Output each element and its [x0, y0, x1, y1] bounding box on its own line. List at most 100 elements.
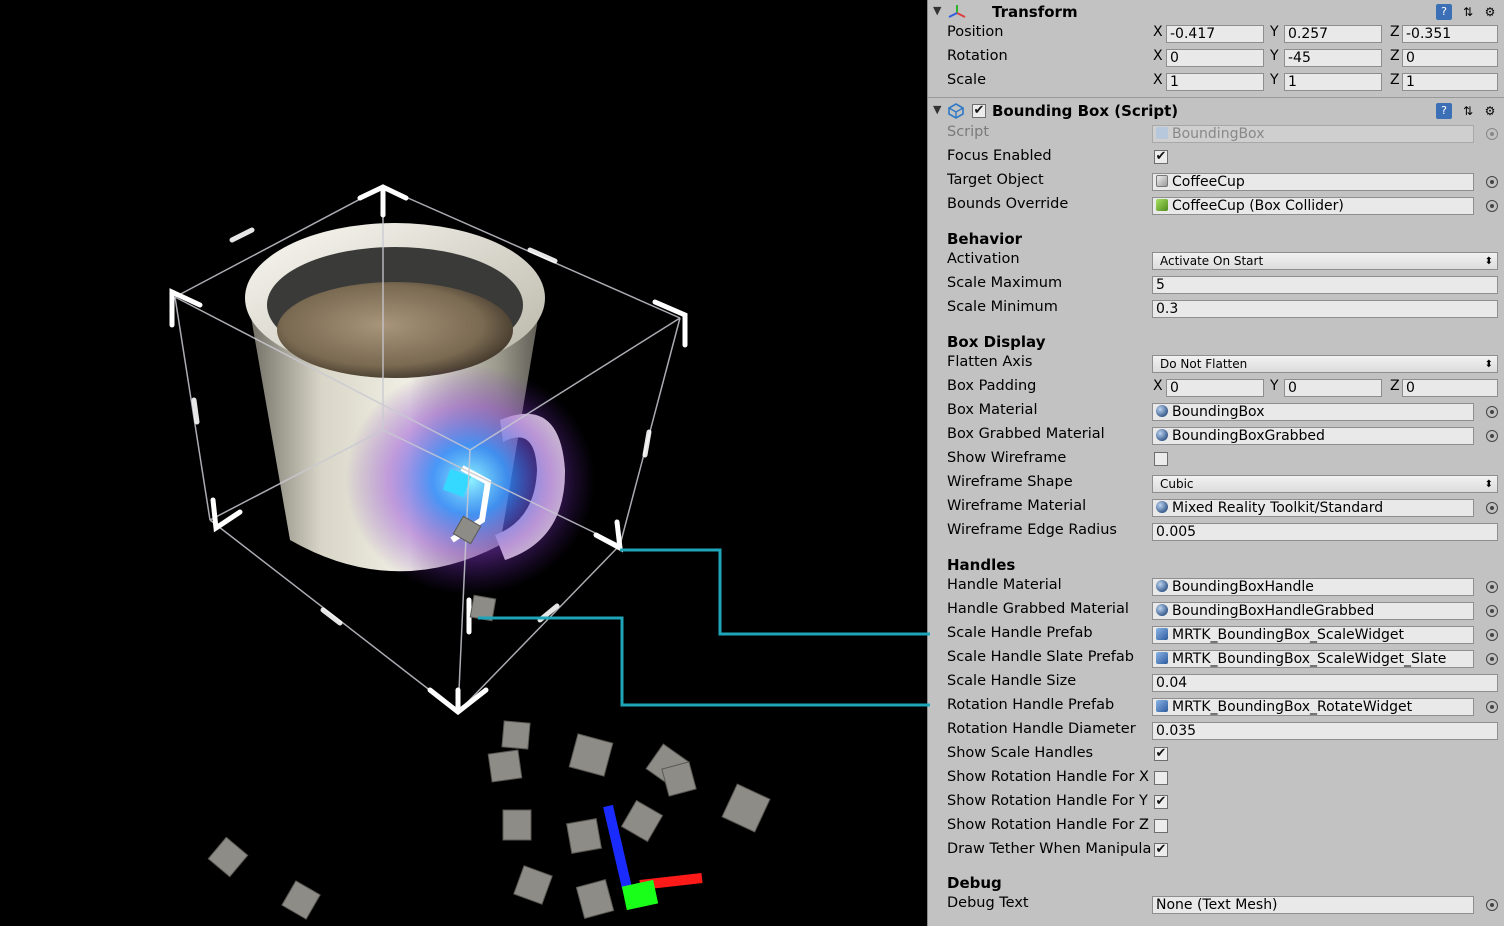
axis-y-label: Y	[1270, 48, 1279, 64]
handle-grabbed-material-field[interactable]: BoundingBoxHandleGrabbed	[1152, 602, 1474, 620]
debug-text-field[interactable]: None (Text Mesh)	[1152, 896, 1474, 914]
handle-material-value: BoundingBoxHandle	[1172, 579, 1314, 595]
object-picker-icon[interactable]	[1486, 899, 1498, 911]
bounding-box-title: Bounding Box (Script)	[992, 102, 1179, 120]
flatten-axis-label: Flatten Axis	[947, 354, 1033, 370]
axis-y-label: Y	[1270, 24, 1279, 40]
preset-icon[interactable]: ⇅	[1460, 4, 1476, 20]
wireframe-edge-radius-field[interactable]: 0.005	[1152, 523, 1498, 541]
rotation-handle-prefab-label: Rotation Handle Prefab	[947, 697, 1115, 713]
box-grabbed-material-field[interactable]: BoundingBoxGrabbed	[1152, 427, 1474, 445]
object-picker-icon[interactable]	[1486, 502, 1498, 514]
gear-icon[interactable]: ⚙	[1482, 103, 1498, 119]
draw-tether-checkbox[interactable]: ✔	[1154, 843, 1168, 857]
object-picker-icon[interactable]	[1486, 653, 1498, 665]
object-picker-icon[interactable]	[1486, 581, 1498, 593]
position-z-field[interactable]: -0.351	[1402, 25, 1498, 43]
divider	[928, 97, 1504, 98]
show-wireframe-row: Show Wireframe	[928, 448, 1504, 472]
position-y-field[interactable]: 0.257	[1284, 25, 1382, 43]
rotation-z-field[interactable]: 0	[1402, 49, 1498, 67]
flatten-axis-row: Flatten Axis Do Not Flatten ⬍	[928, 352, 1504, 376]
scale-handle-size-row: Scale Handle Size 0.04	[928, 671, 1504, 695]
component-enabled-checkbox[interactable]: ✔	[972, 104, 986, 118]
position-x-field[interactable]: -0.417	[1166, 25, 1264, 43]
wireframe-edge-radius-row: Wireframe Edge Radius 0.005	[928, 520, 1504, 544]
transform-header[interactable]: ▼ Transform ? ⇅ ⚙	[928, 0, 1504, 24]
bounding-box-header[interactable]: ▼ ✔ Bounding Box (Script) ? ⇅ ⚙	[928, 99, 1504, 123]
object-picker-icon[interactable]	[1486, 430, 1498, 442]
rotation-label: Rotation	[947, 48, 1008, 64]
preset-icon[interactable]: ⇅	[1460, 103, 1476, 119]
rotation-handle-prefab-field[interactable]: MRTK_BoundingBox_RotateWidget	[1152, 698, 1474, 716]
wireframe-material-row: Wireframe Material Mixed Reality Toolkit…	[928, 496, 1504, 520]
object-picker-icon[interactable]	[1486, 629, 1498, 641]
scale-label: Scale	[947, 72, 987, 88]
gear-icon[interactable]: ⚙	[1482, 4, 1498, 20]
wireframe-material-field[interactable]: Mixed Reality Toolkit/Standard	[1152, 499, 1474, 517]
axis-x-label: X	[1153, 24, 1163, 40]
show-wireframe-checkbox[interactable]	[1154, 452, 1168, 466]
scale-minimum-row: Scale Minimum 0.3	[928, 297, 1504, 321]
object-picker-icon[interactable]	[1486, 701, 1498, 713]
box-padding-z-field[interactable]: 0	[1402, 379, 1498, 397]
rotation-handle-prefab-row: Rotation Handle Prefab MRTK_BoundingBox_…	[928, 695, 1504, 719]
rotation-y-field[interactable]: -45	[1284, 49, 1382, 67]
box-material-value: BoundingBox	[1172, 404, 1265, 420]
object-picker-icon[interactable]	[1486, 605, 1498, 617]
handle-material-field[interactable]: BoundingBoxHandle	[1152, 578, 1474, 596]
flatten-axis-value: Do Not Flatten	[1160, 357, 1248, 371]
flatten-axis-dropdown[interactable]: Do Not Flatten ⬍	[1152, 355, 1498, 373]
wireframe-material-value: Mixed Reality Toolkit/Standard	[1172, 500, 1384, 516]
rotation-handle-diameter-field[interactable]: 0.035	[1152, 722, 1498, 740]
help-icon[interactable]: ?	[1436, 103, 1452, 119]
wireframe-shape-row: Wireframe Shape Cubic ⬍	[928, 472, 1504, 496]
object-picker-icon[interactable]	[1486, 406, 1498, 418]
show-rotation-x-checkbox[interactable]	[1154, 771, 1168, 785]
axis-y-label: Y	[1270, 72, 1279, 88]
scale-handle-slate-prefab-row: Scale Handle Slate Prefab MRTK_BoundingB…	[928, 647, 1504, 671]
scale-handle-prefab-value: MRTK_BoundingBox_ScaleWidget	[1172, 627, 1404, 643]
scale-handle-size-field[interactable]: 0.04	[1152, 674, 1498, 692]
rotation-handle-diameter-label: Rotation Handle Diameter	[947, 721, 1136, 737]
wireframe-shape-dropdown[interactable]: Cubic ⬍	[1152, 475, 1498, 493]
inspector-panel: ▼ Transform ? ⇅ ⚙ Position X -0.417 Y 0.…	[927, 0, 1504, 926]
scale-z-field[interactable]: 1	[1402, 73, 1498, 91]
target-object-field[interactable]: CoffeeCup	[1152, 173, 1474, 191]
activation-dropdown[interactable]: Activate On Start ⬍	[1152, 252, 1498, 270]
box-material-field[interactable]: BoundingBox	[1152, 403, 1474, 421]
script-label: Script	[947, 124, 990, 140]
show-rotation-y-checkbox[interactable]: ✔	[1154, 795, 1168, 809]
scale-minimum-field[interactable]: 0.3	[1152, 300, 1498, 318]
bounds-override-field[interactable]: CoffeeCup (Box Collider)	[1152, 197, 1474, 215]
object-picker-icon[interactable]	[1486, 176, 1498, 188]
box-collider-icon	[1156, 199, 1168, 211]
help-icon[interactable]: ?	[1436, 4, 1452, 20]
scale-handle-prefab-field[interactable]: MRTK_BoundingBox_ScaleWidget	[1152, 626, 1474, 644]
rotation-x-field[interactable]: 0	[1166, 49, 1264, 67]
scale-x-field[interactable]: 1	[1166, 73, 1264, 91]
show-rotation-z-row: Show Rotation Handle For Z	[928, 815, 1504, 839]
show-scale-handles-checkbox[interactable]: ✔	[1154, 747, 1168, 761]
object-picker-icon[interactable]	[1486, 200, 1498, 212]
scale-handle-slate-prefab-label: Scale Handle Slate Prefab	[947, 649, 1134, 665]
foldout-arrow-icon[interactable]: ▼	[933, 4, 941, 17]
scale-handle-size-label: Scale Handle Size	[947, 673, 1077, 689]
show-rotation-z-checkbox[interactable]	[1154, 819, 1168, 833]
bounds-override-row: Bounds Override CoffeeCup (Box Collider)	[928, 194, 1504, 218]
debug-heading: Debug	[947, 874, 1002, 892]
focus-enabled-checkbox[interactable]: ✔	[1154, 150, 1168, 164]
wireframe-shape-value: Cubic	[1160, 477, 1194, 491]
foldout-arrow-icon[interactable]: ▼	[933, 103, 941, 116]
show-scale-handles-label: Show Scale Handles	[947, 745, 1094, 761]
script-field: BoundingBox	[1152, 125, 1474, 143]
scene-viewport[interactable]	[0, 0, 927, 926]
box-padding-y-field[interactable]: 0	[1284, 379, 1382, 397]
box-padding-x-field[interactable]: 0	[1166, 379, 1264, 397]
scale-maximum-field[interactable]: 5	[1152, 276, 1498, 294]
scale-maximum-row: Scale Maximum 5	[928, 273, 1504, 297]
show-rotation-z-label: Show Rotation Handle For Z	[947, 817, 1149, 833]
dropdown-arrow-icon: ⬍	[1484, 359, 1493, 370]
scale-y-field[interactable]: 1	[1284, 73, 1382, 91]
scale-handle-slate-prefab-field[interactable]: MRTK_BoundingBox_ScaleWidget_Slate	[1152, 650, 1474, 668]
